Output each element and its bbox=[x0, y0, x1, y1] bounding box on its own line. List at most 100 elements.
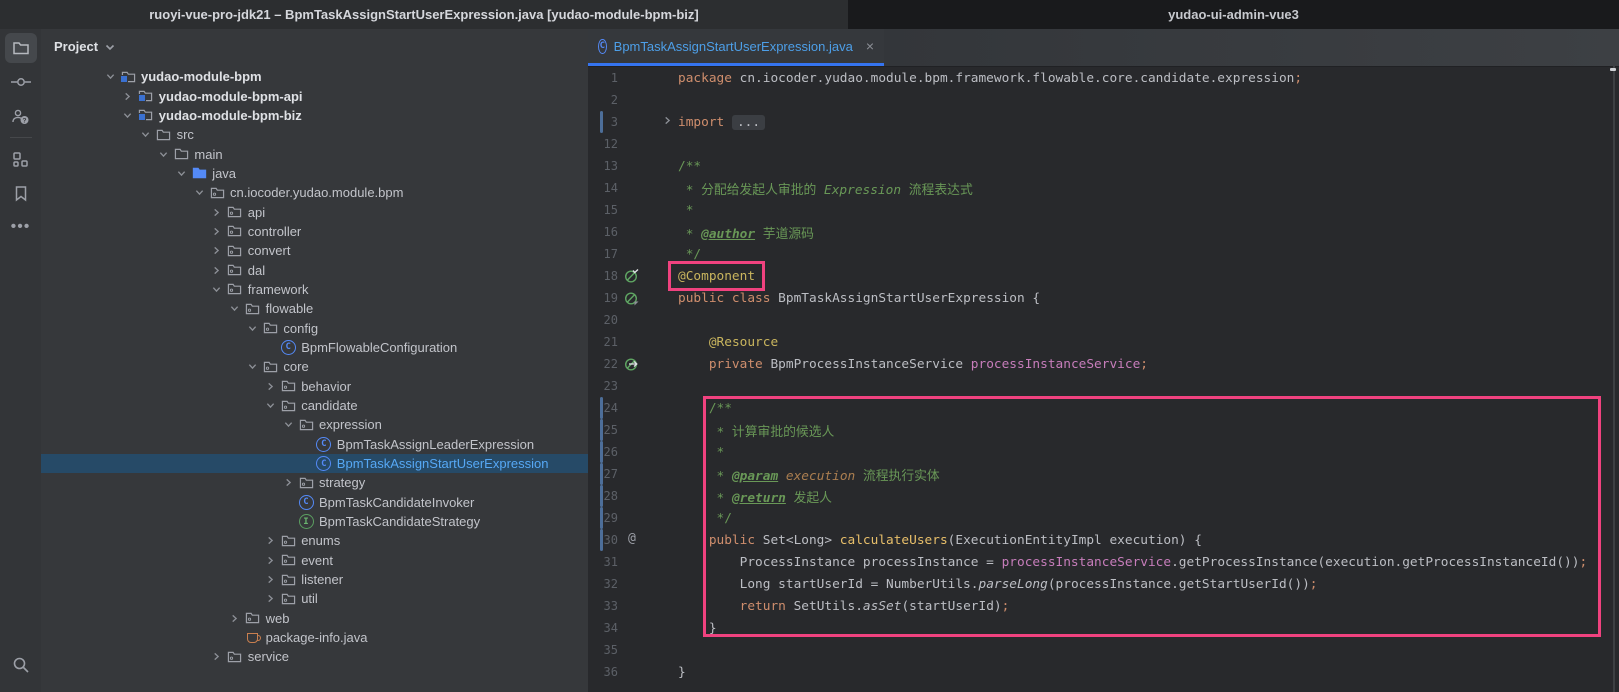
code-line-12[interactable]: 12 bbox=[588, 133, 1619, 155]
project-panel-title: Project bbox=[54, 39, 98, 54]
token-kw: package bbox=[678, 71, 740, 86]
chevron-down-icon[interactable] bbox=[243, 321, 261, 336]
tree-item-util[interactable]: util bbox=[41, 589, 588, 608]
chevron-down-icon[interactable] bbox=[190, 185, 208, 200]
code-line-23[interactable]: 23 bbox=[588, 375, 1619, 397]
tree-item-behavior[interactable]: behavior bbox=[41, 377, 588, 396]
chevron-right-icon[interactable] bbox=[119, 89, 137, 104]
tree-item-bpmflowableconfiguration[interactable]: CBpmFlowableConfiguration bbox=[41, 338, 588, 357]
tree-item-yudao-module-bpm-api[interactable]: yudao-module-bpm-api bbox=[41, 86, 588, 105]
tree-item-main[interactable]: main bbox=[41, 144, 588, 163]
tree-item-dal[interactable]: dal bbox=[41, 260, 588, 279]
editor-area[interactable]: C BpmTaskAssignStartUserExpression.java … bbox=[588, 29, 1619, 692]
tree-item-framework[interactable]: framework bbox=[41, 280, 588, 299]
spring-tri-icon[interactable] bbox=[624, 291, 639, 310]
module-folder-icon bbox=[137, 89, 155, 103]
code-line-14[interactable]: 14 * 分配给发起人审批的 Expression 流程表达式 bbox=[588, 177, 1619, 199]
tree-item-enums[interactable]: enums bbox=[41, 531, 588, 550]
tree-item-bpmtaskassignleaderexpression[interactable]: CBpmTaskAssignLeaderExpression bbox=[41, 435, 588, 454]
tool-button-pull-requests[interactable]: ? bbox=[5, 101, 37, 131]
spring-check-icon[interactable] bbox=[624, 269, 639, 288]
tool-button-bookmarks[interactable] bbox=[5, 178, 37, 208]
tree-item-core[interactable]: core bbox=[41, 357, 588, 376]
chevron-down-icon[interactable] bbox=[226, 301, 244, 316]
tree-item-convert[interactable]: convert bbox=[41, 241, 588, 260]
chevron-right-icon[interactable] bbox=[208, 224, 226, 239]
chevron-right-icon[interactable] bbox=[226, 611, 244, 626]
tree-item-flowable[interactable]: flowable bbox=[41, 299, 588, 318]
line-number: 16 bbox=[588, 225, 618, 239]
commit-icon bbox=[11, 75, 31, 89]
window-title-yudao-ui[interactable]: yudao-ui-admin-vue3 bbox=[848, 0, 1619, 29]
tree-item-bpmtaskcandidateinvoker[interactable]: CBpmTaskCandidateInvoker bbox=[41, 493, 588, 512]
tree-item-config[interactable]: config bbox=[41, 318, 588, 337]
tree-item-cn-iocoder-yudao-module-bpm[interactable]: cn.iocoder.yudao.module.bpm bbox=[41, 183, 588, 202]
package-icon bbox=[244, 302, 262, 316]
tree-item-bpmtaskcandidatestrategy[interactable]: IBpmTaskCandidateStrategy bbox=[41, 512, 588, 531]
code-line-35[interactable]: 35 bbox=[588, 639, 1619, 661]
code-line-20[interactable]: 20 bbox=[588, 309, 1619, 331]
chevron-right-icon[interactable] bbox=[261, 553, 279, 568]
gutter bbox=[618, 441, 674, 463]
editor-tab-active[interactable]: C BpmTaskAssignStartUserExpression.java … bbox=[588, 29, 884, 66]
chevron-right-icon[interactable] bbox=[261, 379, 279, 394]
chevron-right-icon[interactable] bbox=[279, 475, 297, 490]
chevron-right-icon[interactable] bbox=[208, 649, 226, 664]
editor-tab-title: BpmTaskAssignStartUserExpression.java bbox=[614, 39, 853, 54]
tool-button-project[interactable] bbox=[5, 33, 37, 63]
chevron-down-icon[interactable] bbox=[261, 398, 279, 413]
code-line-21[interactable]: 21 @Resource bbox=[588, 331, 1619, 353]
chevron-right-icon[interactable] bbox=[261, 533, 279, 548]
tool-button-more-tool-windows[interactable]: ••• bbox=[5, 212, 37, 242]
chevron-down-icon[interactable] bbox=[279, 417, 297, 432]
tool-button-structure[interactable] bbox=[5, 144, 37, 174]
code-line-3[interactable]: 3import ... bbox=[588, 111, 1619, 133]
chevron-down-icon[interactable] bbox=[137, 127, 155, 142]
tree-item-strategy[interactable]: strategy bbox=[41, 473, 588, 492]
tool-button-commit[interactable] bbox=[5, 67, 37, 97]
chevron-right-icon[interactable] bbox=[261, 572, 279, 587]
close-icon[interactable]: × bbox=[866, 38, 874, 54]
chevron-right-icon[interactable] bbox=[208, 263, 226, 278]
code-line-13[interactable]: 13/** bbox=[588, 155, 1619, 177]
tree-item-bpmtaskassignstartuserexpression[interactable]: CBpmTaskAssignStartUserExpression bbox=[41, 454, 588, 473]
code-line-1[interactable]: 1package cn.iocoder.yudao.module.bpm.fra… bbox=[588, 67, 1619, 89]
chevron-down-icon[interactable] bbox=[154, 147, 172, 162]
code-line-16[interactable]: 16 * @author 芋道源码 bbox=[588, 221, 1619, 243]
tree-item-src[interactable]: src bbox=[41, 125, 588, 144]
tree-item-service[interactable]: service bbox=[41, 647, 588, 666]
code-line-36[interactable]: 36} bbox=[588, 661, 1619, 683]
chevron-right-icon[interactable] bbox=[261, 591, 279, 606]
tree-item-controller[interactable]: controller bbox=[41, 222, 588, 241]
editor-scrollbar[interactable] bbox=[1613, 66, 1615, 692]
tree-item-listener[interactable]: listener bbox=[41, 570, 588, 589]
chevron-down-icon[interactable] bbox=[243, 359, 261, 374]
chevron-down-icon[interactable] bbox=[105, 39, 115, 54]
code-line-2[interactable]: 2 bbox=[588, 89, 1619, 111]
spring-arrow-icon[interactable] bbox=[624, 357, 639, 376]
tree-item-yudao-module-bpm[interactable]: yudao-module-bpm bbox=[41, 67, 588, 86]
project-panel-header[interactable]: Project bbox=[41, 29, 588, 64]
tree-item-java[interactable]: java bbox=[41, 164, 588, 183]
chevron-right-icon[interactable] bbox=[208, 205, 226, 220]
tree-item-package-info-java[interactable]: package-info.java bbox=[41, 628, 588, 647]
tree-item-candidate[interactable]: candidate bbox=[41, 396, 588, 415]
tree-item-event[interactable]: event bbox=[41, 551, 588, 570]
chevron-right-icon[interactable] bbox=[208, 243, 226, 258]
chevron-down-icon[interactable] bbox=[208, 282, 226, 297]
tree-item-label: core bbox=[283, 359, 308, 374]
override-at-icon[interactable]: @ bbox=[628, 531, 636, 546]
tree-item-expression[interactable]: expression bbox=[41, 415, 588, 434]
code-line-22[interactable]: 22 private BpmProcessInstanceService pro… bbox=[588, 353, 1619, 375]
tree-item-api[interactable]: api bbox=[41, 202, 588, 221]
fold-chevron-icon[interactable] bbox=[663, 114, 672, 129]
tree-item-label: expression bbox=[319, 417, 382, 432]
chevron-down-icon[interactable] bbox=[119, 108, 137, 123]
token-doc: * bbox=[678, 203, 693, 218]
tree-item-yudao-module-bpm-biz[interactable]: yudao-module-bpm-biz bbox=[41, 106, 588, 125]
tree-item-web[interactable]: web bbox=[41, 609, 588, 628]
code-line-15[interactable]: 15 * bbox=[588, 199, 1619, 221]
chevron-down-icon[interactable] bbox=[101, 69, 119, 84]
chevron-down-icon[interactable] bbox=[172, 166, 190, 181]
tool-button-search-everywhere[interactable] bbox=[5, 650, 37, 680]
